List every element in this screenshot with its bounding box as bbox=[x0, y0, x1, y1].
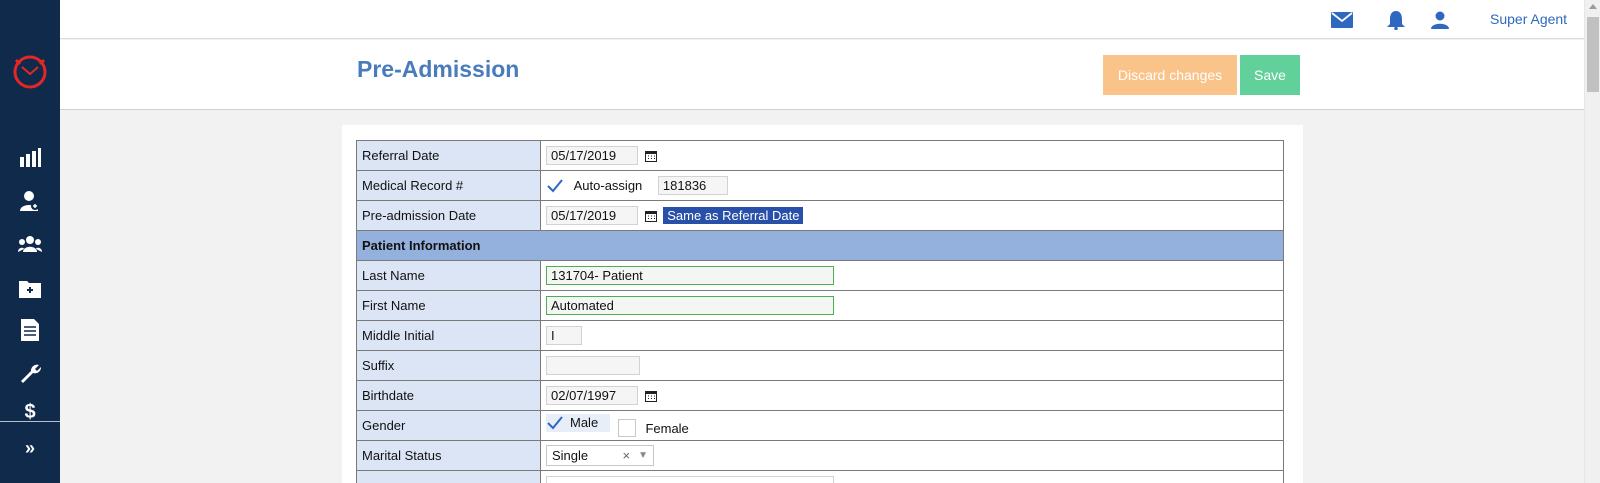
medical-record-input[interactable]: 181836 bbox=[657, 176, 728, 195]
form-row-medical-record: Medical Record # Auto-assign 181836 bbox=[356, 170, 1284, 201]
suffix-label: Suffix bbox=[356, 350, 541, 381]
scroll-up-arrow-icon[interactable] bbox=[1589, 4, 1597, 9]
form-row-middle-initial: Middle Initial I bbox=[356, 320, 1284, 351]
form-row-next bbox=[356, 470, 1284, 483]
same-as-referral-date-button[interactable]: Same as Referral Date bbox=[663, 207, 804, 224]
last-name-input[interactable]: 131704- Patient bbox=[546, 266, 834, 285]
female-label: Female bbox=[645, 420, 689, 436]
mail-icon[interactable] bbox=[1330, 8, 1354, 32]
next-row-input[interactable] bbox=[546, 476, 834, 483]
medical-record-label: Medical Record # bbox=[356, 170, 541, 201]
clear-selection-icon[interactable]: × bbox=[623, 448, 631, 463]
birthdate-label: Birthdate bbox=[356, 380, 541, 411]
marital-status-value: Single bbox=[552, 448, 589, 463]
document-icon[interactable] bbox=[18, 318, 42, 342]
page-header: Pre-Admission Discard changes Save bbox=[60, 40, 1584, 110]
preadmission-date-input[interactable]: 05/17/2019 bbox=[546, 206, 638, 225]
form-row-last-name: Last Name 131704- Patient bbox=[356, 260, 1284, 291]
scrollbar-thumb[interactable] bbox=[1587, 17, 1599, 92]
bell-icon[interactable] bbox=[1384, 8, 1408, 32]
middle-initial-input[interactable]: I bbox=[546, 326, 582, 345]
form-row-suffix: Suffix bbox=[356, 350, 1284, 381]
marital-status-label: Marital Status bbox=[356, 440, 541, 471]
preadmission-date-label: Pre-admission Date bbox=[356, 200, 541, 231]
referral-date-label: Referral Date bbox=[356, 140, 541, 171]
birthdate-input[interactable]: 02/07/1997 bbox=[546, 386, 638, 405]
chevron-down-icon[interactable]: ▼ bbox=[638, 450, 648, 461]
female-checkbox[interactable] bbox=[617, 419, 636, 438]
sidebar: $ » bbox=[0, 0, 60, 483]
sidebar-divider bbox=[0, 421, 60, 422]
calendar-icon[interactable] bbox=[644, 150, 657, 162]
form-row-birthdate: Birthdate 02/07/1997 bbox=[356, 380, 1284, 411]
page-title: Pre-Admission bbox=[357, 56, 520, 82]
wrench-icon[interactable] bbox=[18, 362, 42, 386]
billing-icon[interactable]: $ bbox=[18, 402, 42, 420]
suffix-input[interactable] bbox=[546, 356, 640, 375]
calendar-icon[interactable] bbox=[644, 390, 657, 402]
auto-assign-checkbox[interactable] bbox=[546, 177, 564, 195]
male-checkbox[interactable] bbox=[546, 414, 564, 432]
gender-male-option[interactable]: Male bbox=[546, 413, 611, 432]
next-row-label bbox=[356, 470, 541, 483]
folder-add-icon[interactable] bbox=[18, 276, 42, 300]
gender-label: Gender bbox=[356, 410, 541, 441]
form-row-first-name: First Name Automated bbox=[356, 290, 1284, 321]
patient-information-heading: Patient Information bbox=[356, 230, 1284, 261]
patient-icon[interactable] bbox=[18, 189, 42, 213]
form-row-marital-status: Marital Status Single × ▼ bbox=[356, 440, 1284, 471]
form-section-patient-information: Patient Information bbox=[356, 230, 1284, 261]
first-name-input[interactable]: Automated bbox=[546, 296, 834, 315]
form-row-gender: Gender Male Female bbox=[356, 410, 1284, 441]
top-bar: Super Agent bbox=[60, 0, 1584, 39]
page-scrollbar[interactable] bbox=[1584, 0, 1600, 483]
clock-logo-icon[interactable] bbox=[12, 54, 48, 90]
auto-assign-label: Auto-assign bbox=[573, 178, 643, 193]
male-label: Male bbox=[570, 415, 599, 431]
dashboard-icon[interactable] bbox=[18, 146, 42, 170]
middle-initial-label: Middle Initial bbox=[356, 320, 541, 351]
user-name[interactable]: Super Agent bbox=[1490, 11, 1567, 27]
referral-date-input[interactable]: 05/17/2019 bbox=[546, 146, 638, 165]
form-row-referral-date: Referral Date 05/17/2019 bbox=[356, 140, 1284, 171]
pre-admission-form: Referral Date 05/17/2019 Medical Record … bbox=[356, 140, 1284, 483]
expand-sidebar-button[interactable]: » bbox=[0, 438, 60, 459]
calendar-icon[interactable] bbox=[644, 210, 657, 222]
marital-status-select[interactable]: Single × ▼ bbox=[546, 445, 654, 466]
user-icon[interactable] bbox=[1428, 8, 1452, 32]
group-icon[interactable] bbox=[18, 232, 42, 256]
save-button[interactable]: Save bbox=[1240, 55, 1300, 95]
last-name-label: Last Name bbox=[356, 260, 541, 291]
form-row-preadmission-date: Pre-admission Date 05/17/2019 Same as Re… bbox=[356, 200, 1284, 231]
first-name-label: First Name bbox=[356, 290, 541, 321]
discard-changes-button[interactable]: Discard changes bbox=[1103, 55, 1237, 95]
form-panel: Referral Date 05/17/2019 Medical Record … bbox=[342, 125, 1303, 483]
